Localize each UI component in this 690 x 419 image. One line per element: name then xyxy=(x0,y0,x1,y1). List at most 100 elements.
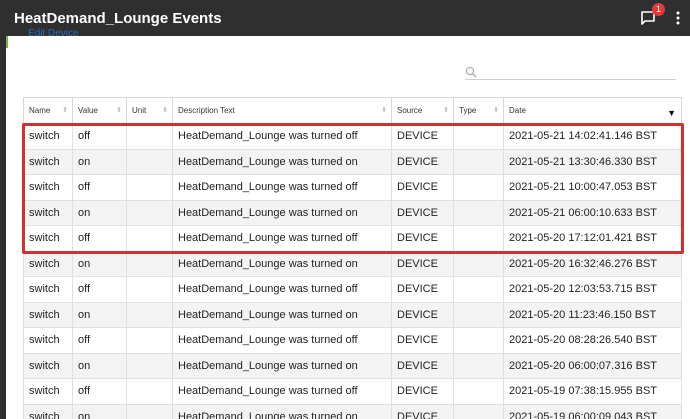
cell-type xyxy=(453,403,504,419)
cell-source: DEVICE xyxy=(391,327,454,354)
cell-source: DEVICE xyxy=(391,352,454,379)
cell-date: 2021-05-21 10:00:47.053 BST xyxy=(503,174,682,201)
table-row[interactable]: switch off HeatDemand_Lounge was turned … xyxy=(23,276,682,303)
column-header-unit[interactable]: Unit ⬍ xyxy=(126,97,173,124)
sort-icon: ⬍ xyxy=(62,107,68,114)
column-header-description[interactable]: Description Text ⬍ xyxy=(172,97,392,124)
table-row[interactable]: switch off HeatDemand_Lounge was turned … xyxy=(23,327,682,354)
cell-date: 2021-05-20 06:00:07.316 BST xyxy=(503,352,682,379)
cell-description: HeatDemand_Lounge was turned on xyxy=(172,199,392,226)
cell-source: DEVICE xyxy=(391,199,454,226)
cell-source: DEVICE xyxy=(391,403,454,419)
cell-name: switch xyxy=(23,378,73,405)
cell-date: 2021-05-19 06:00:09.043 BST xyxy=(503,403,682,419)
cell-type xyxy=(453,327,504,354)
cell-unit xyxy=(126,403,173,419)
table-row[interactable]: switch on HeatDemand_Lounge was turned o… xyxy=(23,148,682,175)
cell-unit xyxy=(126,352,173,379)
search-icon xyxy=(465,66,477,78)
notifications-button[interactable]: 1 xyxy=(636,3,665,30)
cell-type xyxy=(453,148,504,175)
cell-source: DEVICE xyxy=(391,378,454,405)
cell-source: DEVICE xyxy=(391,225,454,252)
cell-source: DEVICE xyxy=(391,123,454,150)
top-bar: HeatDemand_Lounge Events 1 xyxy=(0,0,690,36)
cell-unit xyxy=(126,378,173,405)
top-bar-actions: 1 xyxy=(636,0,690,36)
cell-name: switch xyxy=(23,225,73,252)
table-row[interactable]: switch off HeatDemand_Lounge was turned … xyxy=(23,378,682,405)
cell-type xyxy=(453,378,504,405)
cell-name: switch xyxy=(23,301,73,328)
cell-description: HeatDemand_Lounge was turned on xyxy=(172,148,392,175)
cell-source: DEVICE xyxy=(391,148,454,175)
sort-desc-icon: ▼ xyxy=(667,108,676,118)
column-header-type[interactable]: Type ⬍ xyxy=(453,97,504,124)
cell-unit xyxy=(126,174,173,201)
cell-name: switch xyxy=(23,123,73,150)
column-header-name[interactable]: Name ⬍ xyxy=(23,97,73,124)
cell-value: off xyxy=(72,225,127,252)
table-row[interactable]: switch on HeatDemand_Lounge was turned o… xyxy=(23,352,682,379)
cell-source: DEVICE xyxy=(391,301,454,328)
cell-date: 2021-05-20 16:32:46.276 BST xyxy=(503,250,682,277)
cell-value: off xyxy=(72,276,127,303)
cell-source: DEVICE xyxy=(391,174,454,201)
cell-value: off xyxy=(72,123,127,150)
cell-description: HeatDemand_Lounge was turned on xyxy=(172,352,392,379)
cell-name: switch xyxy=(23,276,73,303)
column-header-source[interactable]: Source ⬍ xyxy=(391,97,454,124)
cell-type xyxy=(453,199,504,226)
column-header-date[interactable]: Date ▼ xyxy=(503,97,682,124)
cell-value: on xyxy=(72,352,127,379)
cell-date: 2021-05-21 13:30:46.330 BST xyxy=(503,148,682,175)
cell-value: on xyxy=(72,148,127,175)
cell-unit xyxy=(126,327,173,354)
table-row[interactable]: switch off HeatDemand_Lounge was turned … xyxy=(23,225,682,252)
cell-value: on xyxy=(72,301,127,328)
table-row[interactable]: switch on HeatDemand_Lounge was turned o… xyxy=(23,301,682,328)
edit-device-link[interactable]: Edit Device xyxy=(28,28,79,39)
cell-source: DEVICE xyxy=(391,276,454,303)
column-header-value[interactable]: Value ⬍ xyxy=(72,97,127,124)
table-row[interactable]: switch on HeatDemand_Lounge was turned o… xyxy=(23,250,682,277)
left-sidebar-edge xyxy=(0,36,6,419)
cell-value: off xyxy=(72,378,127,405)
cell-type xyxy=(453,123,504,150)
cell-description: HeatDemand_Lounge was turned on xyxy=(172,403,392,419)
cell-date: 2021-05-21 14:02:41.146 BST xyxy=(503,123,682,150)
cell-value: on xyxy=(72,199,127,226)
sort-icon: ⬍ xyxy=(116,107,122,114)
cell-description: HeatDemand_Lounge was turned off xyxy=(172,276,392,303)
page: HeatDemand_Lounge Events 1 Edit Device N… xyxy=(0,0,690,419)
cell-unit xyxy=(126,276,173,303)
table-row[interactable]: switch on HeatDemand_Lounge was turned o… xyxy=(23,199,682,226)
table-row[interactable]: switch off HeatDemand_Lounge was turned … xyxy=(23,123,682,150)
cell-type xyxy=(453,352,504,379)
table-row[interactable]: switch off HeatDemand_Lounge was turned … xyxy=(23,174,682,201)
cell-description: HeatDemand_Lounge was turned off xyxy=(172,327,392,354)
more-menu-button[interactable] xyxy=(670,6,686,30)
cell-description: HeatDemand_Lounge was turned off xyxy=(172,123,392,150)
sort-icon: ⬍ xyxy=(381,107,387,114)
cell-date: 2021-05-21 06:00:10.633 BST xyxy=(503,199,682,226)
table-row[interactable]: switch on HeatDemand_Lounge was turned o… xyxy=(23,403,682,419)
search-input[interactable] xyxy=(483,65,663,78)
page-title: HeatDemand_Lounge Events xyxy=(14,9,222,27)
cell-type xyxy=(453,301,504,328)
cell-name: switch xyxy=(23,352,73,379)
cell-type xyxy=(453,250,504,277)
cell-value: off xyxy=(72,327,127,354)
cell-type xyxy=(453,225,504,252)
cell-description: HeatDemand_Lounge was turned off xyxy=(172,174,392,201)
cell-date: 2021-05-20 12:03:53.715 BST xyxy=(503,276,682,303)
cell-date: 2021-05-20 17:12:01.421 BST xyxy=(503,225,682,252)
cell-date: 2021-05-20 08:28:26.540 BST xyxy=(503,327,682,354)
cell-date: 2021-05-20 11:23:46.150 BST xyxy=(503,301,682,328)
cell-name: switch xyxy=(23,403,73,419)
cell-name: switch xyxy=(23,199,73,226)
cell-type xyxy=(453,276,504,303)
cell-unit xyxy=(126,123,173,150)
sort-icon: ⬍ xyxy=(493,107,499,114)
table-body: switch off HeatDemand_Lounge was turned … xyxy=(23,123,682,419)
